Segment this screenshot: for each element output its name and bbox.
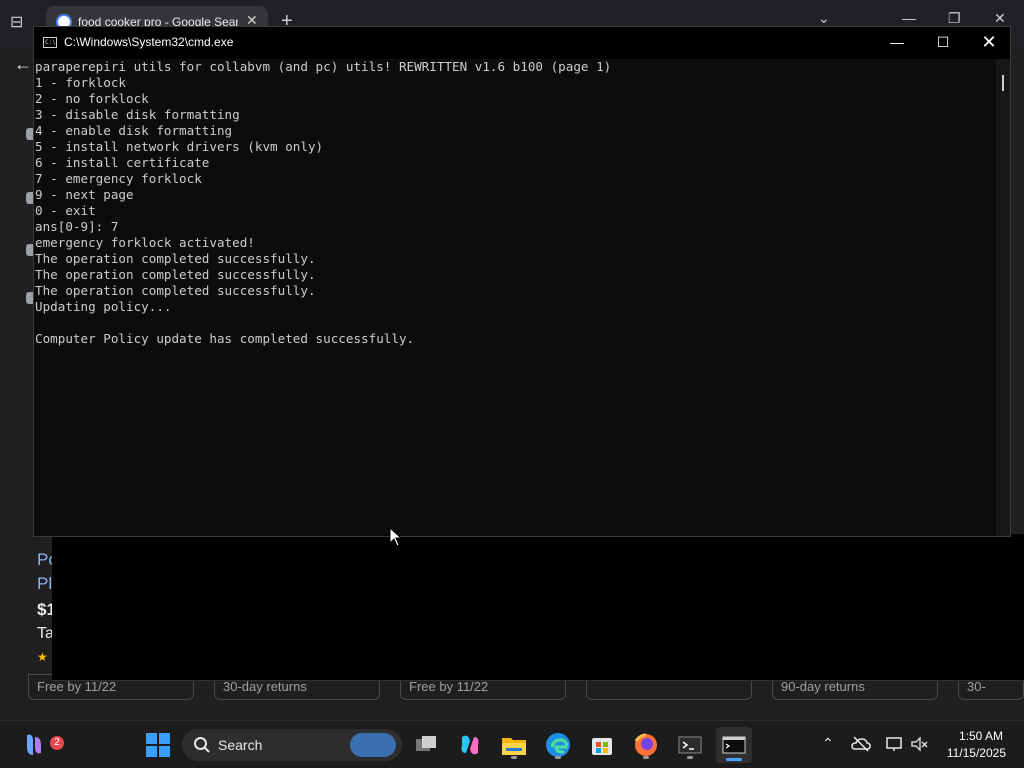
console-line: paraperepiri utils for collabvm (and pc)… — [35, 59, 612, 74]
running-indicator — [555, 756, 561, 759]
mouse-pointer-icon — [389, 527, 403, 547]
minimize-button[interactable]: — — [874, 27, 920, 59]
console-line: The operation completed successfully. — [35, 267, 316, 282]
console-line: ans[0-9]: 7 — [35, 219, 119, 234]
copilot-app-icon[interactable] — [454, 729, 486, 761]
scrollbar-thumb[interactable] — [1002, 75, 1004, 91]
search-label: Search — [218, 737, 263, 753]
cmd-window-title: C:\Windows\System32\cmd.exe — [64, 35, 234, 49]
console-line: The operation completed successfully. — [35, 283, 316, 298]
firefox-icon[interactable] — [630, 729, 662, 761]
console-line: 0 - exit — [35, 203, 96, 218]
console-line: 9 - next page — [35, 187, 134, 202]
edge-icon[interactable] — [542, 729, 574, 761]
task-view-icon[interactable] — [410, 729, 442, 761]
cmd-window[interactable]: C:\ C:\Windows\System32\cmd.exe — ☐ ✕ pa… — [33, 26, 1011, 537]
clock-date[interactable]: 11/15/2025 — [938, 746, 1006, 760]
maximize-button[interactable]: ☐ — [920, 27, 966, 59]
search-highlight-image — [350, 733, 396, 757]
clock-time[interactable]: 1:50 AM — [957, 729, 1003, 743]
terminal-icon[interactable] — [674, 729, 706, 761]
file-explorer-icon[interactable] — [498, 729, 530, 761]
console-line: Computer Policy update has completed suc… — [35, 331, 415, 346]
cmd-taskbar-icon[interactable] — [716, 727, 752, 763]
console-line: 1 - forklock — [35, 75, 126, 90]
search-icon — [194, 737, 210, 753]
onedrive-icon[interactable] — [851, 735, 871, 753]
copilot-icon[interactable]: 2 — [18, 729, 64, 761]
close-button[interactable]: ✕ — [966, 27, 1012, 59]
notification-badge: 2 — [50, 736, 64, 750]
network-icon[interactable] — [885, 735, 903, 753]
running-indicator — [687, 756, 693, 759]
cmd-app-icon: C:\ — [43, 37, 57, 48]
taskbar: 2 Search ⌃ 1:50 AM 11/15/2025 — [0, 720, 1024, 768]
volume-muted-icon[interactable] — [910, 735, 928, 753]
console-line: 2 - no forklock — [35, 91, 149, 106]
scrollbar[interactable] — [996, 59, 1010, 536]
background-window — [52, 534, 1024, 681]
console-line: emergency forklock activated! — [35, 235, 255, 250]
rating-star-icon: ★ — [37, 650, 48, 664]
browser-minimize-icon[interactable]: — — [902, 10, 916, 26]
console-line: 7 - emergency forklock — [35, 171, 202, 186]
windows-start-icon[interactable] — [142, 729, 174, 761]
console-line: 5 - install network drivers (kvm only) — [35, 139, 324, 154]
console-line: 4 - enable disk formatting — [35, 123, 233, 138]
chevron-up-icon[interactable]: ⌃ — [822, 735, 834, 752]
console-output[interactable]: paraperepiri utils for collabvm (and pc)… — [34, 59, 996, 536]
console-line: The operation completed successfully. — [35, 251, 316, 266]
tab-search-icon[interactable]: ⊟ — [10, 12, 30, 32]
browser-restore-icon[interactable]: ❐ — [948, 10, 961, 27]
console-text: paraperepiri utils for collabvm (and pc)… — [34, 59, 996, 347]
taskbar-search-box[interactable]: Search — [182, 729, 402, 761]
running-indicator — [511, 756, 517, 759]
console-line: 6 - install certificate — [35, 155, 210, 170]
store-icon[interactable] — [586, 729, 618, 761]
product-title-line2[interactable]: Pl — [37, 574, 52, 594]
tab-list-chevron-icon[interactable]: ⌄ — [818, 10, 830, 27]
back-arrow-icon[interactable]: ← — [14, 54, 32, 75]
running-indicator — [643, 756, 649, 759]
console-line: Updating policy... — [35, 299, 172, 314]
console-line: 3 - disable disk formatting — [35, 107, 240, 122]
browser-close-icon[interactable]: ✕ — [994, 10, 1006, 27]
cmd-title-bar[interactable]: C:\ C:\Windows\System32\cmd.exe — ☐ ✕ — [34, 27, 1010, 59]
active-indicator — [726, 758, 742, 761]
